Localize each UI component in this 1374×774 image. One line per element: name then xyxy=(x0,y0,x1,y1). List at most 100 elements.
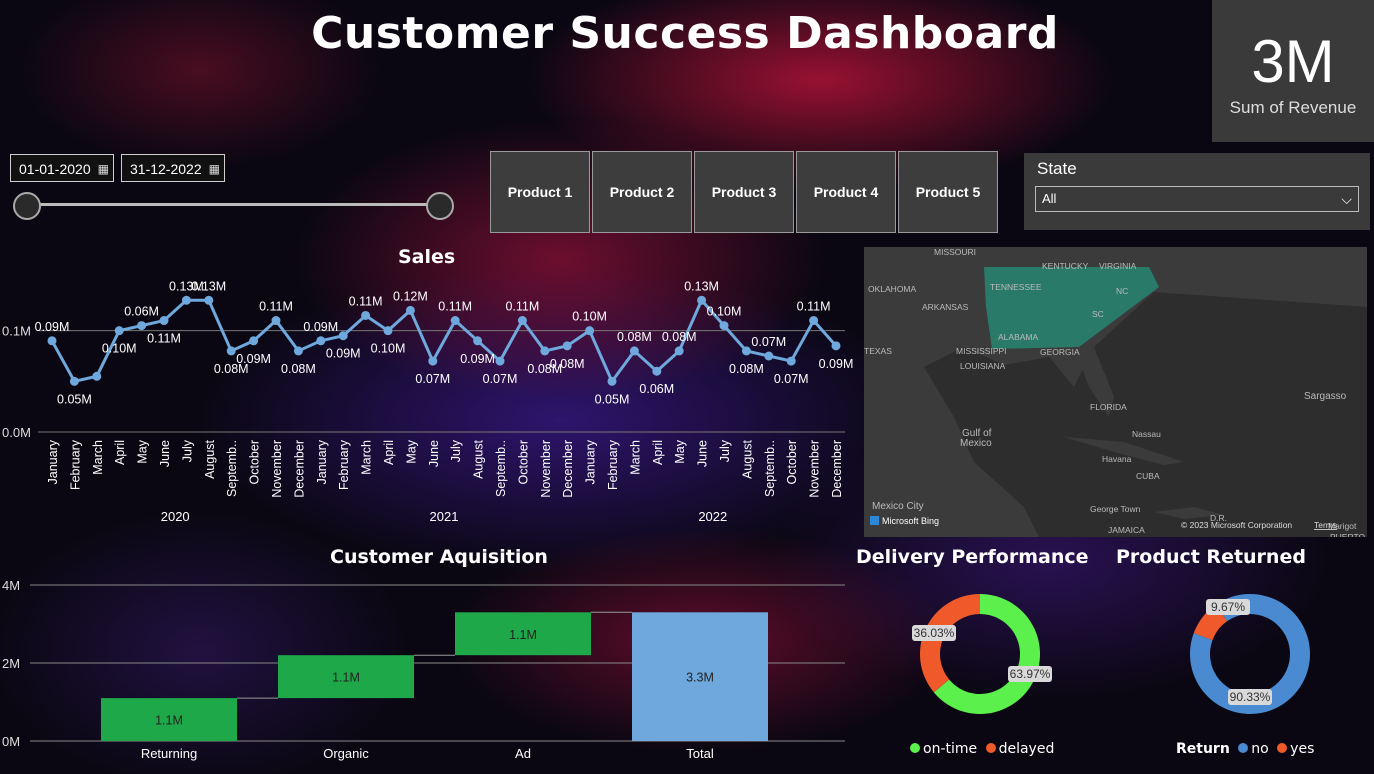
sales-data-point[interactable] xyxy=(629,346,639,356)
sales-data-label: 0.07M xyxy=(483,372,518,386)
sales-data-point[interactable] xyxy=(831,341,841,351)
sales-data-point[interactable] xyxy=(159,316,169,326)
calendar-icon[interactable]: ▦ xyxy=(209,155,220,183)
map-label: George Town xyxy=(1090,504,1141,514)
start-date-input[interactable]: 01-01-2020 ▦ xyxy=(10,154,114,182)
map-label: Nassau xyxy=(1132,429,1161,439)
sales-data-point[interactable] xyxy=(607,376,617,386)
sales-x-tick: June xyxy=(696,440,710,467)
product-4-button[interactable]: Product 4 xyxy=(796,151,896,233)
sales-data-label: 0.08M xyxy=(662,330,697,344)
product-2-button[interactable]: Product 2 xyxy=(592,151,692,233)
donut-data-label: 90.33% xyxy=(1230,690,1271,704)
acq-bar-label: 3.3M xyxy=(686,671,714,685)
sales-data-point[interactable] xyxy=(92,371,102,381)
sales-data-point[interactable] xyxy=(697,295,707,305)
calendar-icon[interactable]: ▦ xyxy=(98,155,109,183)
sales-data-point[interactable] xyxy=(786,356,796,366)
sales-year-label: 2021 xyxy=(430,509,459,524)
map-label: KENTUCKY xyxy=(1042,261,1089,271)
sales-data-point[interactable] xyxy=(652,366,662,376)
sales-data-point[interactable] xyxy=(204,295,214,305)
end-date-input[interactable]: 31-12-2022 ▦ xyxy=(121,154,225,182)
sales-data-point[interactable] xyxy=(226,346,236,356)
sales-data-label: 0.10M xyxy=(371,342,406,356)
sales-data-point[interactable] xyxy=(137,321,147,331)
sales-data-point[interactable] xyxy=(383,326,393,336)
acquisition-waterfall-chart[interactable]: 0M 2M 4M 1.1M Returning 1.1M Organic 1.1M Ad 3.3M… xyxy=(0,570,850,770)
sales-data-point[interactable] xyxy=(585,326,595,336)
acq-bar-label: 1.1M xyxy=(332,671,360,685)
sales-data-point[interactable] xyxy=(562,341,572,351)
sales-data-label: 0.08M xyxy=(617,330,652,344)
donut-data-label: 63.97% xyxy=(1010,667,1051,681)
sales-data-label: 0.09M xyxy=(819,357,854,371)
sales-data-point[interactable] xyxy=(764,351,774,361)
sales-data-label: 0.08M xyxy=(729,362,764,376)
sales-data-point[interactable] xyxy=(361,310,371,320)
acq-x-tick: Organic xyxy=(323,746,369,761)
sales-data-label: 0.13M xyxy=(684,279,719,293)
sales-data-point[interactable] xyxy=(338,331,348,341)
sales-data-point[interactable] xyxy=(540,346,550,356)
sales-data-point[interactable] xyxy=(114,326,124,336)
sales-data-point[interactable] xyxy=(674,346,684,356)
delivery-donut-chart[interactable]: 63.97% 36.03% xyxy=(880,570,1080,740)
sales-data-label: 0.06M xyxy=(639,382,674,396)
acq-bar-label: 1.1M xyxy=(155,714,183,728)
sales-data-point[interactable] xyxy=(741,346,751,356)
sales-x-tick: February xyxy=(606,439,620,490)
sales-data-point[interactable] xyxy=(809,316,819,326)
sales-data-point[interactable] xyxy=(405,305,415,315)
sales-data-label: 0.06M xyxy=(124,305,159,319)
sales-data-point[interactable] xyxy=(293,346,303,356)
sales-data-point[interactable] xyxy=(473,336,483,346)
kpi-card-revenue[interactable]: 3M Sum of Revenue xyxy=(1212,0,1374,142)
map-label: Havana xyxy=(1102,454,1132,464)
returned-donut-chart[interactable]: 90.33% 9.67% xyxy=(1150,570,1350,740)
product-5-button[interactable]: Product 5 xyxy=(898,151,998,233)
delivery-chart-title: Delivery Performance xyxy=(856,546,1089,568)
sales-x-tick: May xyxy=(673,439,687,463)
sales-x-tick: March xyxy=(360,440,374,475)
kpi-label: Sum of Revenue xyxy=(1229,98,1357,117)
date-slider-start-handle[interactable] xyxy=(13,192,41,220)
sales-data-point[interactable] xyxy=(316,336,326,346)
sales-data-point[interactable] xyxy=(428,356,438,366)
sales-data-point[interactable] xyxy=(517,316,527,326)
sales-data-point[interactable] xyxy=(271,316,281,326)
sales-data-point[interactable] xyxy=(181,295,191,305)
kpi-value: 3M xyxy=(1251,28,1335,95)
state-map[interactable]: MISSOURI KENTUCKY VIRGINIA OKLAHOMA TENNESSE… xyxy=(864,247,1367,537)
product-3-button[interactable]: Product 3 xyxy=(694,151,794,233)
map-label: Mexico City xyxy=(872,501,924,512)
sales-line-chart[interactable]: 0.0M 0.1M 0.09M January 0.05M February March 0.… xyxy=(0,270,860,535)
sales-data-label: 0.08M xyxy=(550,357,585,371)
end-date-value: 31-12-2022 xyxy=(130,161,202,177)
sales-x-tick: January xyxy=(315,439,329,484)
sales-data-point[interactable] xyxy=(495,356,505,366)
sales-data-point[interactable] xyxy=(249,336,259,346)
date-slider-end-handle[interactable] xyxy=(426,192,454,220)
sales-data-label: 0.11M xyxy=(505,300,539,314)
acq-y-tick: 4M xyxy=(2,578,20,593)
state-dropdown[interactable]: All ⌵ xyxy=(1035,186,1359,212)
bing-logo-icon xyxy=(870,516,879,525)
start-date-value: 01-01-2020 xyxy=(19,161,91,177)
sales-data-label: 0.08M xyxy=(281,362,316,376)
map-label: SC xyxy=(1092,309,1104,319)
date-slider-track[interactable] xyxy=(26,203,440,206)
sales-x-tick: May xyxy=(404,439,418,463)
sales-data-point[interactable] xyxy=(47,336,57,346)
donut-slice-delayed[interactable] xyxy=(920,594,980,693)
sales-x-tick: October xyxy=(516,440,530,484)
sales-data-point[interactable] xyxy=(69,376,79,386)
donut-data-label: 36.03% xyxy=(914,626,955,640)
sales-data-label: 0.11M xyxy=(349,294,383,308)
sales-data-point[interactable] xyxy=(719,321,729,331)
legend-swatch-on-time xyxy=(910,743,920,753)
sales-x-tick: Septemb.. xyxy=(763,440,777,497)
sales-data-point[interactable] xyxy=(450,316,460,326)
legend-title-return: Return xyxy=(1176,741,1230,757)
product-1-button[interactable]: Product 1 xyxy=(490,151,590,233)
